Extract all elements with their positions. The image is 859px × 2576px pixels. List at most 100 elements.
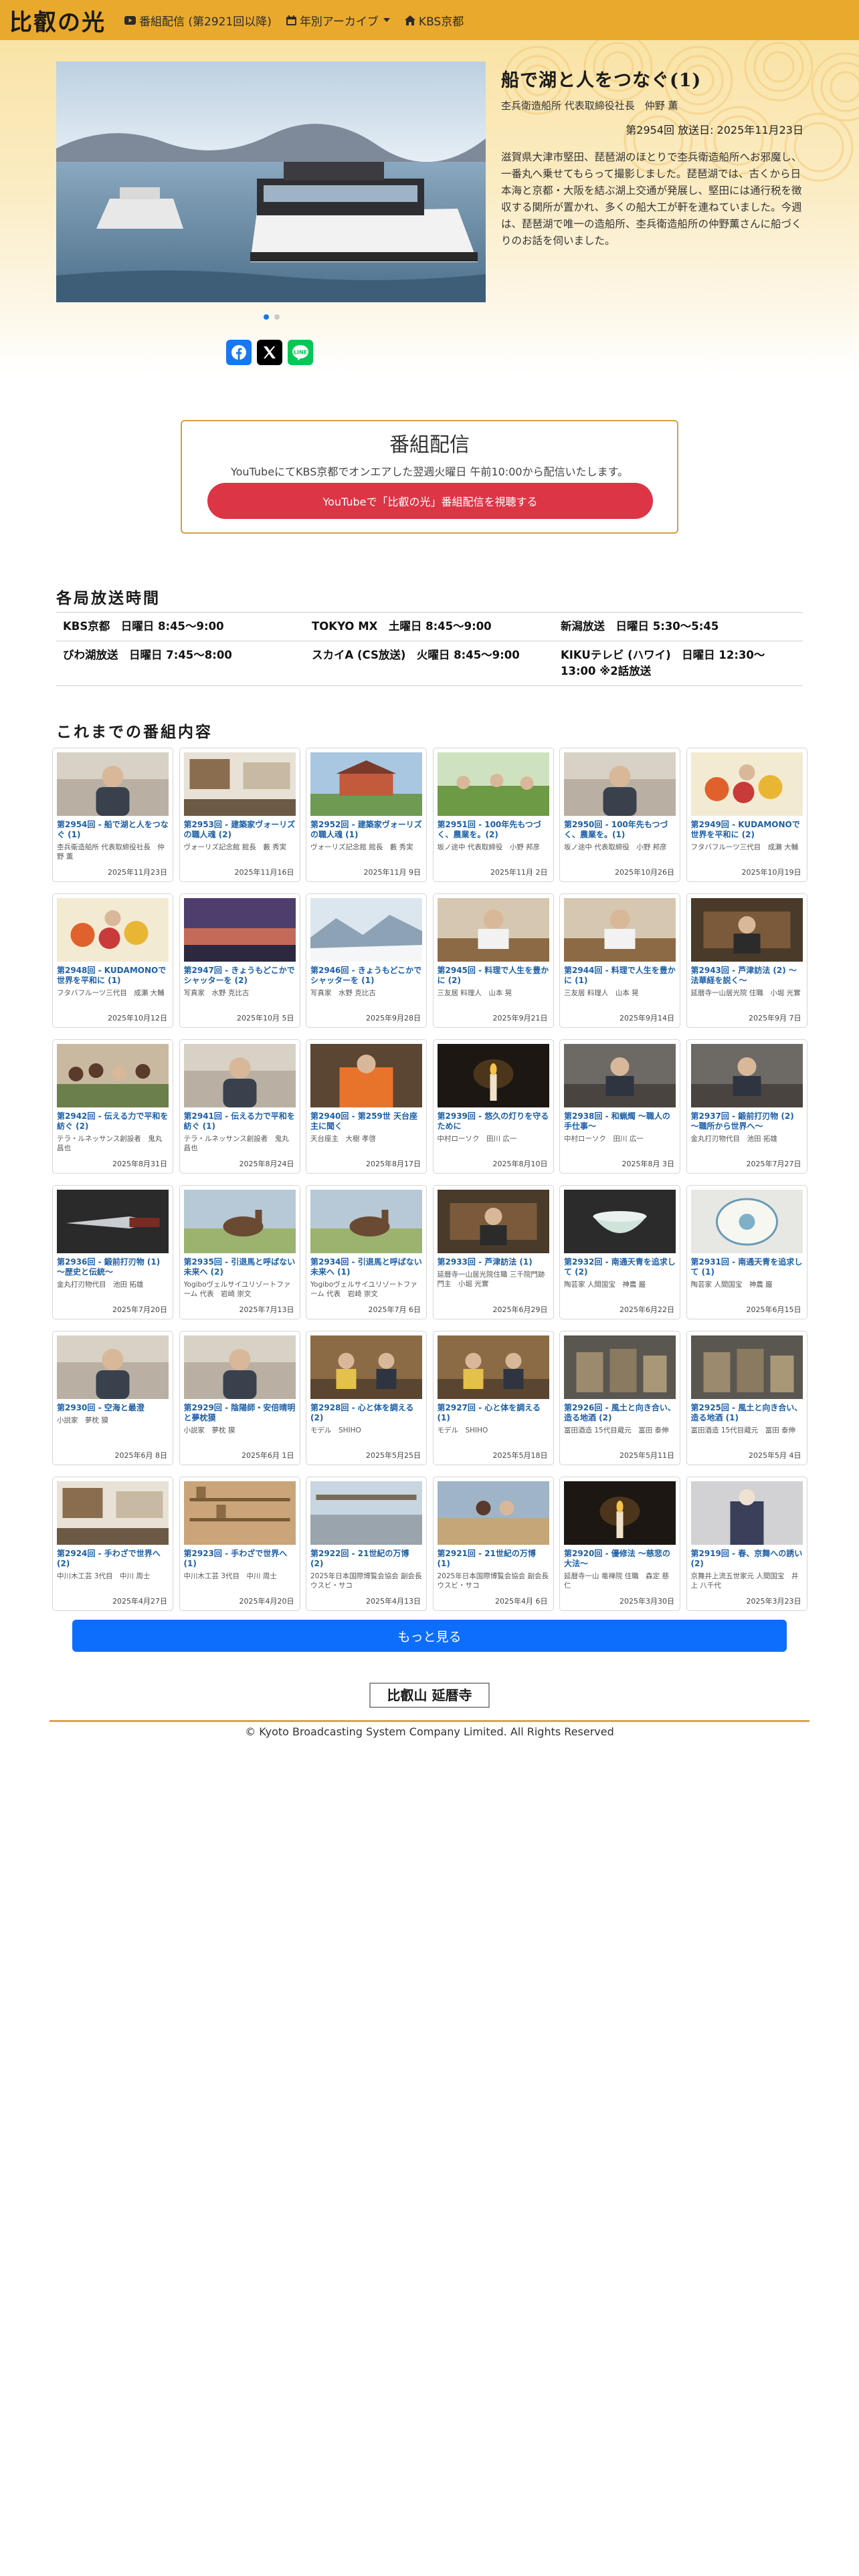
episode-thumbnail[interactable] — [57, 752, 169, 816]
episode-card[interactable]: 第2933回 - 芦津訪法 (1) 延暦寺一山居光院住職 三千院門跡門主 小堀 光… — [432, 1185, 554, 1319]
episode-card[interactable]: 第2927回 - 心と体を調える (1) モデル SHIHO 2025年5月18日 — [432, 1331, 554, 1465]
carousel-dot-2[interactable] — [274, 314, 280, 320]
episode-title[interactable]: 第2930回 - 空海と最澄 — [57, 1403, 169, 1413]
episode-card[interactable]: 第2942回 - 伝える力で平和を紡ぐ (2) テラ・ルネッサンス創設者 鬼丸 昌… — [52, 1039, 173, 1174]
episode-title[interactable]: 第2940回 - 第259世 天台座主に聞く — [310, 1111, 422, 1132]
episode-title[interactable]: 第2923回 - 手わざで世界へ (1) — [184, 1549, 296, 1569]
episode-thumbnail[interactable] — [564, 752, 676, 816]
episode-thumbnail[interactable] — [690, 898, 803, 962]
episode-title[interactable]: 第2931回 - 南通天青を追求して (1) — [691, 1257, 803, 1277]
episode-title[interactable]: 第2926回 - 風土と向き合い、造る地酒 (2) — [564, 1403, 676, 1423]
episode-card[interactable]: 第2935回 - 引退馬と呼ばない未来へ (2) Yogiboヴェルサイユリゾート… — [179, 1185, 300, 1319]
episode-thumbnail[interactable] — [310, 1335, 422, 1399]
episode-title[interactable]: 第2928回 - 心と体を調える (2) — [310, 1403, 422, 1423]
episode-card[interactable]: 第2931回 - 南通天青を追求して (1) 陶芸家 人間国宝 神農 巌 2025年… — [686, 1185, 807, 1319]
episode-title[interactable]: 第2921回 - 21世紀の万博 (1) — [438, 1549, 549, 1569]
episode-title[interactable]: 第2932回 - 南通天青を追求して (2) — [564, 1257, 676, 1277]
episode-card[interactable]: 第2946回 - きょうもどこかでシャッターを (1) 写真家 水野 克比古 202… — [306, 893, 427, 1028]
episode-title[interactable]: 第2924回 - 手わざで世界へ (2) — [57, 1549, 169, 1569]
episode-card[interactable]: 第2945回 - 料理で人生を豊かに (2) 三友居 料理人 山本 晃 2025年9… — [432, 893, 554, 1028]
episode-title[interactable]: 第2934回 - 引退馬と呼ばない未来へ (1) — [310, 1257, 422, 1277]
episode-title[interactable]: 第2937回 - 鍛前打刃物 (2) ～職所から世界へ～ — [691, 1111, 803, 1132]
episode-card[interactable]: 第2922回 - 21世紀の万博 (2) 2025年日本国際博覧会協会 副会長 ウ… — [306, 1477, 427, 1611]
episode-card[interactable]: 第2939回 - 悠久の灯りを守るために 中村ローソク 田川 広一 2025年8月1… — [432, 1039, 554, 1174]
episode-card[interactable]: 第2920回 - 優修法 ～慈悲の大法～ 延暦寺一山 竜禅院 住職 森定 慈仁 20… — [559, 1477, 680, 1611]
episode-thumbnail[interactable] — [57, 1335, 169, 1399]
episode-thumbnail[interactable] — [564, 1044, 676, 1107]
episode-title[interactable]: 第2949回 - KUDAMONOで世界を平和に (2) — [691, 820, 803, 840]
episode-thumbnail[interactable] — [437, 898, 549, 962]
episode-thumbnail[interactable] — [57, 1044, 169, 1107]
episode-card[interactable]: 第2953回 - 建築家ヴォーリズの職人魂 (2) ヴォーリズ記念館 館長 藪 秀… — [179, 748, 300, 882]
episode-title[interactable]: 第2952回 - 建築家ヴォーリズの職人魂 (1) — [310, 820, 422, 840]
episode-thumbnail[interactable] — [437, 1190, 549, 1253]
episode-thumbnail[interactable] — [437, 752, 549, 816]
episode-card[interactable]: 第2952回 - 建築家ヴォーリズの職人魂 (1) ヴォーリズ記念館 館長 藪 秀… — [306, 748, 427, 882]
episode-title[interactable]: 第2929回 - 陰陽師・安倍晴明と夢枕獏 — [184, 1403, 296, 1423]
episode-thumbnail[interactable] — [564, 1190, 676, 1253]
episode-thumbnail[interactable] — [310, 752, 422, 816]
episode-card[interactable]: 第2951回 - 100年先もつづく、農業を。(2) 坂ノ途中 代表取締役 小野 … — [432, 748, 554, 882]
episode-thumbnail[interactable] — [310, 1481, 422, 1545]
episode-card[interactable]: 第2937回 - 鍛前打刃物 (2) ～職所から世界へ～ 金丸打刃物代目 池田 拓… — [686, 1039, 807, 1174]
episode-thumbnail[interactable] — [437, 1044, 549, 1107]
episode-thumbnail[interactable] — [183, 898, 296, 962]
episode-thumbnail[interactable] — [690, 1190, 803, 1253]
episode-card[interactable]: 第2938回 - 和蝋燭 ～職人の手仕事～ 中村ローソク 田川 広一 2025年8月… — [559, 1039, 680, 1174]
episode-title[interactable]: 第2933回 - 芦津訪法 (1) — [438, 1257, 549, 1267]
episode-card[interactable]: 第2949回 - KUDAMONOで世界を平和に (2) フタバフルーツ三代目 成… — [686, 748, 807, 882]
episode-thumbnail[interactable] — [183, 1335, 296, 1399]
episode-card[interactable]: 第2924回 - 手わざで世界へ (2) 中川木工芸 3代目 中川 周士 2025年… — [52, 1477, 173, 1611]
episode-title[interactable]: 第2947回 - きょうもどこかでシャッターを (2) — [184, 966, 296, 986]
episode-card[interactable]: 第2932回 - 南通天青を追求して (2) 陶芸家 人間国宝 神農 巌 2025年… — [559, 1185, 680, 1319]
episode-thumbnail[interactable] — [690, 752, 803, 816]
hero-image-boat[interactable] — [56, 62, 486, 302]
episode-title[interactable]: 第2953回 - 建築家ヴォーリズの職人魂 (2) — [184, 820, 296, 840]
episode-thumbnail[interactable] — [57, 1481, 169, 1545]
episode-title[interactable]: 第2951回 - 100年先もつづく、農業を。(2) — [438, 820, 549, 840]
episode-title[interactable]: 第2935回 - 引退馬と呼ばない未来へ (2) — [184, 1257, 296, 1277]
episode-thumbnail[interactable] — [690, 1481, 803, 1545]
episode-thumbnail[interactable] — [310, 898, 422, 962]
episode-title[interactable]: 第2954回 - 船で湖と人をつなぐ (1) — [57, 820, 169, 840]
episode-card[interactable]: 第2926回 - 風土と向き合い、造る地酒 (2) 冨田酒造 15代目蔵元 冨田 … — [559, 1331, 680, 1465]
episode-card[interactable]: 第2941回 - 伝える力で平和を紡ぐ (1) テラ・ルネッサンス創設者 鬼丸 昌… — [179, 1039, 300, 1174]
episode-title[interactable]: 第2943回 - 芦津訪法 (2) ～法華経を説く～ — [691, 966, 803, 986]
episode-card[interactable]: 第2929回 - 陰陽師・安倍晴明と夢枕獏 小説家 夢枕 獏 2025年6月 1日 — [179, 1331, 300, 1465]
episode-card[interactable]: 第2923回 - 手わざで世界へ (1) 中川木工芸 3代目 中川 周士 2025年… — [179, 1477, 300, 1611]
episode-thumbnail[interactable] — [437, 1335, 549, 1399]
episode-title[interactable]: 第2938回 - 和蝋燭 ～職人の手仕事～ — [564, 1111, 676, 1132]
episode-title[interactable]: 第2948回 - KUDAMONOで世界を平和に (1) — [57, 966, 169, 986]
episode-thumbnail[interactable] — [183, 1481, 296, 1545]
episode-card[interactable]: 第2950回 - 100年先もつづく、農業を。(1) 坂ノ途中 代表取締役 小野 … — [559, 748, 680, 882]
episode-card[interactable]: 第2943回 - 芦津訪法 (2) ～法華経を説く～ 延暦寺一山居光院 住職 小堀… — [686, 893, 807, 1028]
episode-thumbnail[interactable] — [183, 752, 296, 816]
episode-card[interactable]: 第2925回 - 風土と向き合い、造る地酒 (1) 冨田酒造 15代目蔵元 冨田 … — [686, 1331, 807, 1465]
episode-card[interactable]: 第2944回 - 料理で人生を豊かに (1) 三友居 料理人 山本 晃 2025年9… — [559, 893, 680, 1028]
episode-title[interactable]: 第2944回 - 料理で人生を豊かに (1) — [564, 966, 676, 986]
episode-card[interactable]: 第2936回 - 鍛前打刃物 (1) ～歴史と伝統～ 金丸打刃物代目 池田 拓雄 2… — [52, 1185, 173, 1319]
enryakuji-logo[interactable]: 比叡山 延暦寺 — [369, 1683, 490, 1708]
nav-link-archive[interactable]: 年別アーカイブ — [286, 12, 390, 29]
episode-title[interactable]: 第2919回 - 春、京舞への誘い (2) — [691, 1549, 803, 1569]
episode-title[interactable]: 第2950回 - 100年先もつづく、農業を。(1) — [564, 820, 676, 840]
episode-thumbnail[interactable] — [437, 1481, 549, 1545]
episode-title[interactable]: 第2922回 - 21世紀の万博 (2) — [310, 1549, 422, 1569]
episode-card[interactable]: 第2921回 - 21世紀の万博 (1) 2025年日本国際博覧会協会 副会長 ウ… — [432, 1477, 554, 1611]
episode-title[interactable]: 第2927回 - 心と体を調える (1) — [438, 1403, 549, 1423]
episode-card[interactable]: 第2948回 - KUDAMONOで世界を平和に (1) フタバフルーツ三代目 成… — [52, 893, 173, 1028]
episode-thumbnail[interactable] — [183, 1044, 296, 1107]
episode-card[interactable]: 第2919回 - 春、京舞への誘い (2) 京舞井上流五世家元 人間国宝 井上 八… — [686, 1477, 807, 1611]
episode-title[interactable]: 第2925回 - 風土と向き合い、造る地酒 (1) — [691, 1403, 803, 1423]
episode-thumbnail[interactable] — [310, 1044, 422, 1107]
episode-card[interactable]: 第2954回 - 船で湖と人をつなぐ (1) 杢兵衛造船所 代表取締役社長 仲野 … — [52, 748, 173, 882]
facebook-share-button[interactable] — [226, 340, 252, 365]
episode-card[interactable]: 第2947回 - きょうもどこかでシャッターを (2) 写真家 水野 克比古 202… — [179, 893, 300, 1028]
carousel-dot-1[interactable] — [264, 314, 269, 320]
nav-link-kbs[interactable]: KBS京都 — [404, 12, 464, 29]
episode-title[interactable]: 第2939回 - 悠久の灯りを守るために — [438, 1111, 549, 1132]
episode-card[interactable]: 第2940回 - 第259世 天台座主に聞く 天台座主 大樹 孝啓 2025年8月1… — [306, 1039, 427, 1174]
episode-thumbnail[interactable] — [564, 1481, 676, 1545]
episode-thumbnail[interactable] — [690, 1044, 803, 1107]
episode-thumbnail[interactable] — [564, 898, 676, 962]
